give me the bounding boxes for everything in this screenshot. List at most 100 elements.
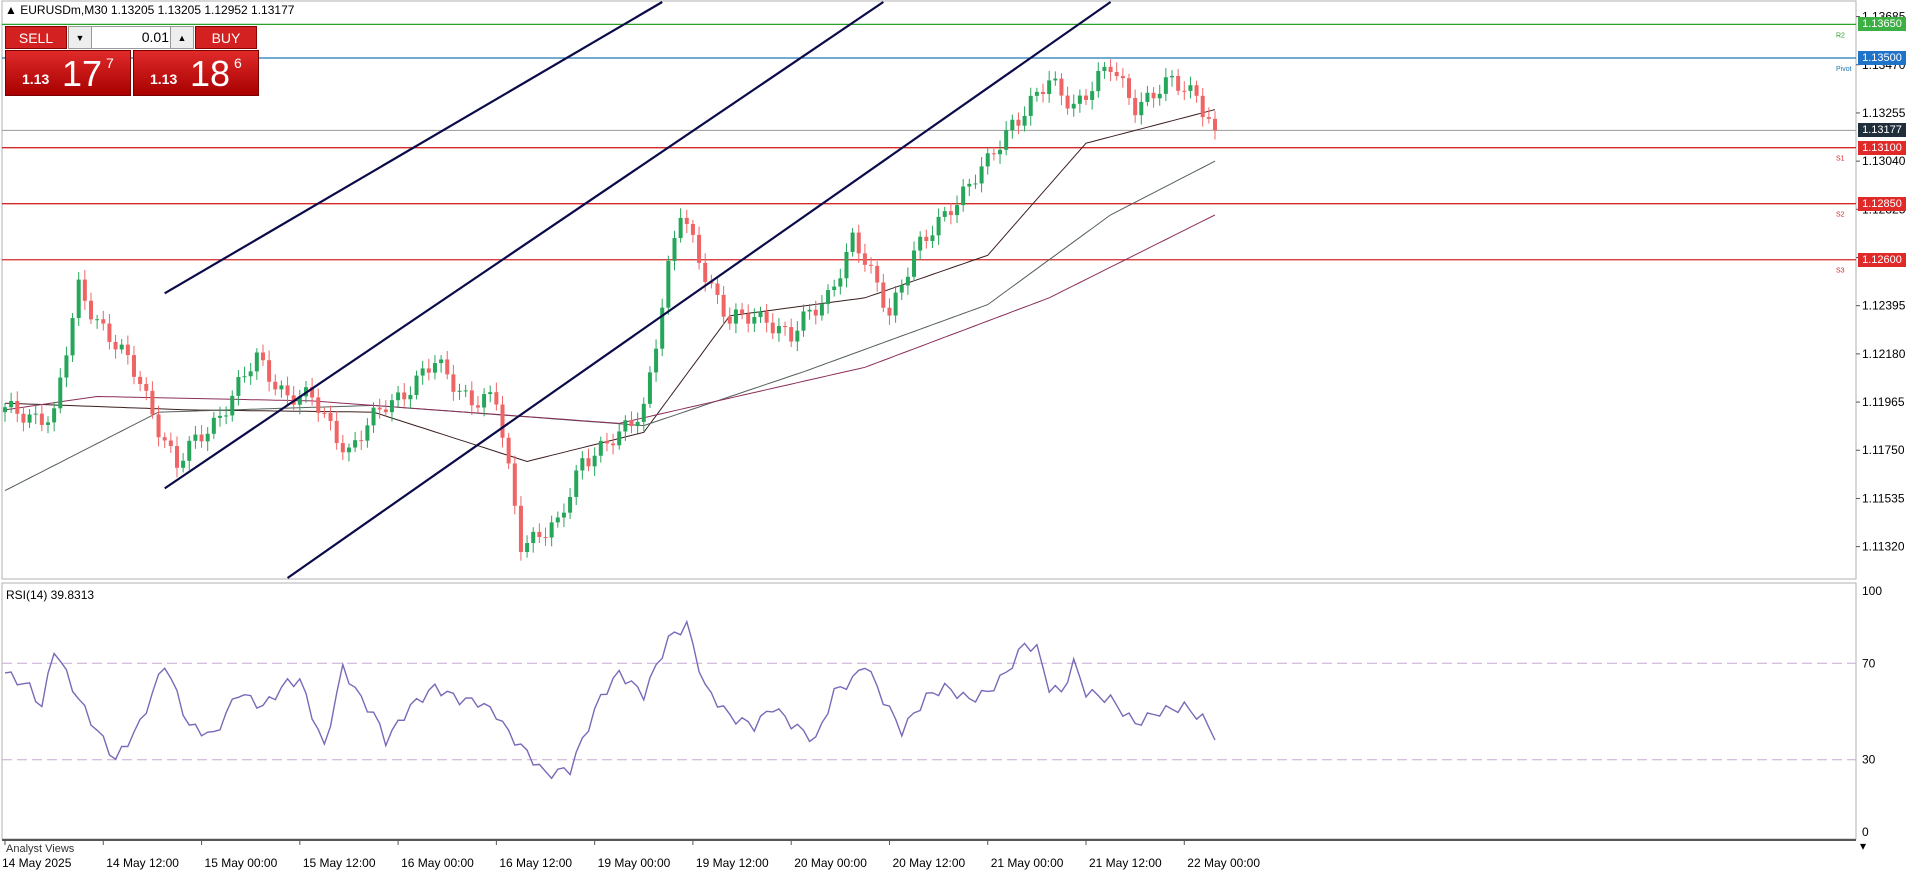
candle-down (586, 458, 591, 467)
candle-up (254, 352, 259, 372)
candle-down (881, 282, 886, 308)
sell-button[interactable]: SELL (5, 26, 67, 49)
candle-up (549, 522, 554, 538)
candle-up (844, 251, 849, 279)
candle-down (39, 413, 44, 425)
channel-line-middle[interactable] (164, 1, 884, 490)
candle-up (973, 183, 978, 185)
candle-down (948, 211, 953, 216)
candle-up (1071, 103, 1076, 109)
pivot-name-s3: S3 (1836, 268, 1845, 275)
candle-down (260, 352, 265, 361)
candle-up (33, 413, 38, 415)
candle-up (574, 470, 579, 497)
candle-up (76, 279, 81, 319)
candle-up (187, 440, 192, 461)
candle-down (273, 381, 278, 390)
candle-up (930, 235, 935, 242)
candle-up (1047, 80, 1052, 95)
sell-price-sup: 7 (106, 55, 114, 71)
channel-layer[interactable] (164, 1, 1112, 579)
candle-up (979, 166, 984, 184)
x-tick-label: 19 May 12:00 (696, 856, 769, 870)
candle-up (826, 290, 831, 305)
rsi-line (4, 619, 1216, 780)
candle-up (555, 517, 560, 523)
candle-up (936, 216, 941, 236)
candle-up (568, 496, 573, 513)
rsi-title: RSI(14) 39.8313 (6, 588, 95, 602)
candle-up (439, 359, 444, 364)
price-tag-s2: 1.12850 (1858, 196, 1906, 211)
candle-up (463, 390, 468, 392)
candles-layer (3, 59, 1217, 561)
pivot-lines-layer: R2 Pivot S1 S2 S3 (2, 23, 1856, 275)
buy-button[interactable]: BUY (195, 26, 257, 49)
volume-decrease-icon[interactable]: ▼ (69, 27, 92, 48)
candle-up (672, 238, 677, 261)
candle-down (1206, 117, 1211, 119)
volume-field[interactable]: ▼ 0.01 ▲ (68, 26, 194, 49)
buy-price-box[interactable]: 1.13 18 6 (133, 50, 259, 96)
candle-up (1139, 101, 1144, 116)
scroll-end-icon[interactable]: ▾ (1860, 839, 1866, 853)
volume-value[interactable]: 0.01 (93, 29, 169, 45)
candle-up (1157, 93, 1162, 99)
candle-up (795, 330, 800, 342)
candle-down (1120, 76, 1125, 79)
candle-up (850, 232, 855, 252)
candle-down (328, 412, 333, 421)
candle-up (193, 434, 198, 441)
channel-line-lower[interactable] (286, 1, 1112, 579)
candle-down (107, 323, 112, 342)
candle-up (942, 211, 947, 217)
price-tag-s1: 1.13100 (1858, 140, 1906, 155)
volume-increase-icon[interactable]: ▲ (170, 27, 193, 48)
rsi-y-tick-label: 30 (1862, 753, 1876, 767)
candle-up (758, 311, 763, 318)
candle-down (604, 440, 609, 444)
candle-up (432, 363, 437, 373)
candle-up (365, 425, 370, 441)
candle-down (82, 279, 87, 301)
candle-down (690, 223, 695, 235)
x-tick-label: 15 May 00:00 (205, 856, 278, 870)
candle-up (1163, 77, 1168, 94)
y-tick-label: 1.13040 (1862, 154, 1906, 168)
candle-down (875, 265, 880, 283)
candle-up (955, 205, 960, 216)
candle-up (181, 460, 186, 468)
candle-down (991, 153, 996, 155)
candle-down (684, 217, 689, 224)
candle-down (1151, 92, 1156, 99)
rsi-y-tick-label: 0 (1862, 825, 1869, 839)
x-tick-label: 20 May 12:00 (892, 856, 965, 870)
candle-down (506, 437, 511, 464)
candle-up (236, 377, 241, 396)
analyst-views-tab[interactable]: Analyst Views (6, 843, 74, 855)
candle-up (1145, 92, 1150, 102)
candle-down (445, 359, 450, 375)
candle-down (101, 319, 106, 324)
pivot-name-r2: R2 (1836, 32, 1845, 39)
price-tag-s3: 1.12600 (1858, 252, 1906, 267)
collapse-triangle-icon[interactable]: ▲ (5, 3, 17, 17)
candle-up (242, 376, 247, 378)
candle-down (1176, 75, 1181, 91)
candle-up (531, 531, 536, 544)
candle-down (1084, 95, 1089, 100)
candle-down (426, 368, 431, 373)
pivot-name-s1: S1 (1836, 156, 1845, 163)
sell-price-big: 17 (62, 53, 103, 94)
candle-up (353, 440, 358, 448)
sell-price-box[interactable]: 1.13 17 7 (5, 50, 131, 96)
chart-canvas[interactable]: R2PivotS1S2S3 1.136851.134701.132551.130… (0, 0, 1916, 874)
candle-up (95, 319, 100, 321)
candle-up (279, 385, 284, 390)
candle-up (832, 286, 837, 291)
x-tick-label: 15 May 12:00 (303, 856, 376, 870)
candle-up (776, 326, 781, 334)
price-tag-pivot: 1.13500 (1858, 51, 1906, 66)
candle-down (494, 392, 499, 405)
candle-down (862, 253, 867, 265)
